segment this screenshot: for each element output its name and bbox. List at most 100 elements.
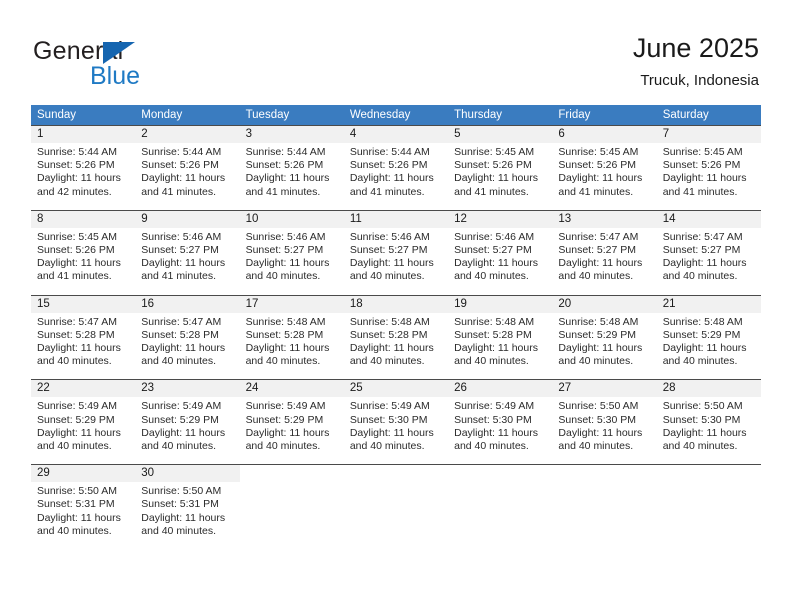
day-details: Sunrise: 5:49 AM Sunset: 5:29 PM Daylight:… — [240, 397, 344, 453]
sunset-text: Sunset: 5:28 PM — [454, 328, 532, 341]
page-header: General Blue June 2025 Trucuk, Indonesia — [0, 0, 792, 100]
sunset-text: Sunset: 5:29 PM — [558, 328, 637, 341]
sunset-text: Sunset: 5:29 PM — [141, 413, 219, 426]
calendar-day-cell[interactable]: 11 Sunrise: 5:46 AM Sunset: 5:27 PM Dayligh… — [343, 210, 449, 290]
daylight-text: Daylight: 11 hours and 41 minutes. — [141, 257, 226, 283]
sunrise-text: Sunrise: 5:47 AM — [662, 230, 743, 243]
calendar-week-row: 15 Sunrise: 5:47 AM Sunset: 5:28 PM Dayligh… — [31, 294, 761, 375]
day-details: Sunrise: 5:48 AM Sunset: 5:29 PM Daylight:… — [657, 313, 761, 369]
day-details: Sunrise: 5:44 AM Sunset: 5:26 PM Daylight:… — [344, 143, 448, 199]
general-blue-logo[interactable]: General Blue — [33, 36, 263, 92]
day-details: Sunrise: 5:50 AM Sunset: 5:31 PM Daylight:… — [31, 482, 135, 538]
sunrise-text: Sunrise: 5:49 AM — [37, 400, 117, 413]
weekday-header-wednesday: Wednesday — [349, 109, 411, 121]
day-number — [448, 465, 553, 483]
day-details: Sunrise: 5:49 AM Sunset: 5:30 PM Daylight:… — [448, 397, 552, 453]
calendar-day-cell[interactable]: 24 Sunrise: 5:49 AM Sunset: 5:29 PM Dayligh… — [239, 380, 344, 460]
sunset-text: Sunset: 5:27 PM — [141, 244, 219, 257]
calendar-day-cell[interactable]: 4 Sunrise: 5:44 AM Sunset: 5:26 PM Daylight… — [343, 126, 449, 205]
calendar-day-cell[interactable]: 27 Sunrise: 5:50 AM Sunset: 5:30 PM Dayligh… — [552, 380, 657, 460]
day-details: Sunrise: 5:44 AM Sunset: 5:26 PM Daylight:… — [31, 143, 135, 199]
calendar-day-cell[interactable]: 5 Sunrise: 5:45 AM Sunset: 5:26 PM Daylight… — [448, 126, 553, 205]
sunrise-text: Sunrise: 5:44 AM — [37, 146, 117, 158]
daylight-text: Daylight: 11 hours and 40 minutes. — [662, 257, 747, 283]
day-details: Sunrise: 5:48 AM Sunset: 5:28 PM Daylight:… — [240, 313, 344, 369]
weekday-header-thursday: Thursday — [454, 109, 503, 121]
calendar-week-row: 8 Sunrise: 5:45 AM Sunset: 5:26 PM Daylight… — [31, 209, 761, 290]
day-number: 8 — [31, 210, 136, 228]
weekday-header-monday: Monday — [141, 109, 183, 121]
sunset-text: Sunset: 5:27 PM — [349, 244, 428, 257]
calendar-day-cell[interactable]: 26 Sunrise: 5:49 AM Sunset: 5:30 PM Dayligh… — [448, 380, 553, 460]
calendar-day-cell-empty — [343, 465, 449, 545]
day-details: Sunrise: 5:47 AM Sunset: 5:27 PM Daylight:… — [552, 228, 656, 284]
day-details: Sunrise: 5:46 AM Sunset: 5:27 PM Daylight:… — [448, 228, 552, 284]
calendar-day-cell[interactable]: 25 Sunrise: 5:49 AM Sunset: 5:30 PM Dayligh… — [343, 380, 449, 460]
calendar-day-cell[interactable]: 21 Sunrise: 5:48 AM Sunset: 5:29 PM Dayligh… — [656, 295, 761, 375]
day-number: 22 — [31, 380, 136, 398]
sunrise-text: Sunrise: 5:46 AM — [141, 230, 222, 243]
sunrise-text: Sunrise: 5:45 AM — [37, 230, 117, 243]
day-number: 29 — [31, 465, 136, 483]
sunrise-text: Sunrise: 5:47 AM — [141, 315, 222, 328]
calendar-day-cell[interactable]: 29 Sunrise: 5:50 AM Sunset: 5:31 PM Dayligh… — [31, 465, 136, 545]
calendar-day-cell[interactable]: 28 Sunrise: 5:50 AM Sunset: 5:30 PM Dayligh… — [656, 380, 761, 460]
title-block: June 2025 Trucuk, Indonesia — [633, 32, 759, 90]
day-number: 11 — [343, 210, 449, 228]
calendar-day-cell[interactable]: 6 Sunrise: 5:45 AM Sunset: 5:26 PM Daylight… — [552, 126, 657, 205]
sunset-text: Sunset: 5:27 PM — [662, 244, 741, 257]
day-number: 21 — [656, 295, 761, 313]
day-number: 15 — [31, 295, 136, 313]
daylight-text: Daylight: 11 hours and 40 minutes. — [349, 257, 434, 283]
calendar-day-cell[interactable]: 8 Sunrise: 5:45 AM Sunset: 5:26 PM Daylight… — [31, 210, 136, 290]
day-details: Sunrise: 5:49 AM Sunset: 5:29 PM Daylight:… — [135, 397, 239, 453]
calendar-day-cell[interactable]: 30 Sunrise: 5:50 AM Sunset: 5:31 PM Dayligh… — [135, 465, 240, 545]
day-details: Sunrise: 5:46 AM Sunset: 5:27 PM Daylight:… — [135, 228, 239, 284]
daylight-text: Daylight: 11 hours and 40 minutes. — [558, 257, 643, 283]
sunrise-text: Sunrise: 5:45 AM — [558, 146, 639, 158]
daylight-text: Daylight: 11 hours and 41 minutes. — [37, 257, 121, 283]
sunrise-text: Sunrise: 5:49 AM — [141, 400, 222, 413]
calendar-day-cell[interactable]: 10 Sunrise: 5:46 AM Sunset: 5:27 PM Dayligh… — [239, 210, 344, 290]
logo-text-blue: Blue — [90, 62, 141, 90]
daylight-text: Daylight: 11 hours and 40 minutes. — [245, 426, 330, 453]
calendar-day-cell[interactable]: 3 Sunrise: 5:44 AM Sunset: 5:26 PM Daylight… — [239, 126, 344, 205]
calendar-day-cell[interactable]: 20 Sunrise: 5:48 AM Sunset: 5:29 PM Dayligh… — [552, 295, 657, 375]
calendar-table: Sunday Monday Tuesday Wednesday Thursday… — [31, 105, 761, 545]
sunset-text: Sunset: 5:30 PM — [558, 413, 637, 426]
calendar-day-cell[interactable]: 9 Sunrise: 5:46 AM Sunset: 5:27 PM Daylight… — [135, 210, 240, 290]
sunrise-text: Sunrise: 5:49 AM — [454, 400, 535, 413]
calendar-day-cell[interactable]: 15 Sunrise: 5:47 AM Sunset: 5:28 PM Dayligh… — [31, 295, 136, 375]
daylight-text: Daylight: 11 hours and 40 minutes. — [141, 342, 226, 368]
sunrise-text: Sunrise: 5:44 AM — [245, 146, 326, 158]
calendar-day-cell[interactable]: 2 Sunrise: 5:44 AM Sunset: 5:26 PM Daylight… — [135, 126, 240, 205]
day-number: 2 — [135, 126, 240, 143]
sunrise-text: Sunrise: 5:46 AM — [245, 230, 326, 243]
calendar-day-cell-empty — [552, 465, 657, 545]
calendar-weeks: 1 Sunrise: 5:44 AM Sunset: 5:26 PM Daylight… — [31, 125, 761, 545]
calendar-day-cell[interactable]: 12 Sunrise: 5:46 AM Sunset: 5:27 PM Dayligh… — [448, 210, 553, 290]
sunrise-text: Sunrise: 5:45 AM — [454, 146, 535, 158]
day-number: 30 — [135, 465, 240, 483]
calendar-day-cell[interactable]: 19 Sunrise: 5:48 AM Sunset: 5:28 PM Dayligh… — [448, 295, 553, 375]
sunrise-text: Sunrise: 5:50 AM — [141, 485, 222, 498]
day-number: 16 — [135, 295, 240, 313]
day-details: Sunrise: 5:46 AM Sunset: 5:27 PM Daylight:… — [240, 228, 344, 284]
daylight-text: Daylight: 11 hours and 40 minutes. — [454, 342, 538, 368]
day-number: 28 — [656, 380, 761, 398]
calendar-day-cell[interactable]: 22 Sunrise: 5:49 AM Sunset: 5:29 PM Dayligh… — [31, 380, 136, 460]
calendar-day-cell[interactable]: 13 Sunrise: 5:47 AM Sunset: 5:27 PM Dayligh… — [552, 210, 657, 290]
calendar-day-cell[interactable]: 23 Sunrise: 5:49 AM Sunset: 5:29 PM Dayligh… — [135, 380, 240, 460]
daylight-text: Daylight: 11 hours and 40 minutes. — [454, 257, 538, 283]
calendar-day-cell[interactable]: 1 Sunrise: 5:44 AM Sunset: 5:26 PM Daylight… — [31, 126, 136, 205]
day-number: 17 — [239, 295, 344, 313]
day-number: 19 — [448, 295, 553, 313]
daylight-text: Daylight: 11 hours and 40 minutes. — [349, 342, 434, 368]
daylight-text: Daylight: 11 hours and 42 minutes. — [37, 172, 121, 198]
calendar-day-cell[interactable]: 16 Sunrise: 5:47 AM Sunset: 5:28 PM Dayligh… — [135, 295, 240, 375]
calendar-day-cell[interactable]: 14 Sunrise: 5:47 AM Sunset: 5:27 PM Dayligh… — [656, 210, 761, 290]
calendar-day-cell[interactable]: 18 Sunrise: 5:48 AM Sunset: 5:28 PM Dayligh… — [343, 295, 449, 375]
calendar-day-cell[interactable]: 17 Sunrise: 5:48 AM Sunset: 5:28 PM Dayligh… — [239, 295, 344, 375]
calendar-day-cell[interactable]: 7 Sunrise: 5:45 AM Sunset: 5:26 PM Daylight… — [656, 126, 761, 205]
sunrise-text: Sunrise: 5:50 AM — [37, 485, 117, 498]
